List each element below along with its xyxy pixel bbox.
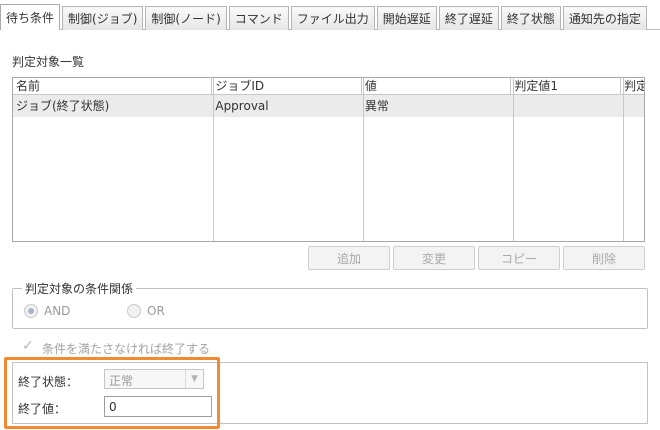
add-button[interactable]: 追加 [308,246,390,270]
table-row[interactable]: ジョブ(終了状態) Approval 異常 [13,95,644,117]
end-status-label: 終了状態： [18,375,79,389]
highlight-frame [4,357,220,429]
table-header: 名前 ジョブID 値 判定値1 判定 [13,78,644,95]
tab-strip: 待ち条件 制御(ジョブ) 制御(ノード) コマンド ファイル出力 開始遅延 終了… [0,4,660,30]
end-value-label: 終了値： [18,402,67,416]
column-header-judgment-value-1[interactable]: 判定値1 [511,78,622,94]
column-header-judgment[interactable]: 判定 [621,78,644,94]
tab-end-delay[interactable]: 終了遅延 [438,6,499,30]
end-status-value: 正常 [109,374,134,388]
tab-control-node[interactable]: 制御(ノード) [145,6,227,30]
tab-end-status[interactable]: 終了状態 [500,6,561,30]
end-status-select[interactable]: 正常 ▼ [104,369,204,389]
judgment-target-table[interactable]: 名前 ジョブID 値 判定値1 判定 ジョブ(終了状態) Approval 異常 [12,77,645,242]
or-radio-label: OR [147,304,165,318]
delete-button[interactable]: 削除 [563,246,645,270]
and-radio-label: AND [44,304,71,318]
column-header-value[interactable]: 値 [362,78,512,94]
cell-judgment-value-1 [511,95,621,117]
condition-relation-legend: 判定対象の条件関係 [22,280,137,297]
end-if-unmet-label: 条件を満たさなければ終了する [42,342,211,356]
tab-wait-condition[interactable]: 待ち条件 [0,4,61,30]
end-if-unmet-checkbox[interactable]: ✓ [22,339,36,353]
chevron-down-icon[interactable]: ▼ [185,370,203,388]
column-header-name[interactable]: 名前 [13,78,213,94]
tab-notification[interactable]: 通知先の指定 [562,6,647,30]
cell-name: ジョブ(終了状態) [16,99,110,113]
or-radio[interactable] [127,304,141,318]
tab-start-delay[interactable]: 開始遅延 [376,6,437,30]
tab-file-output[interactable]: ファイル出力 [290,6,375,30]
end-value-input[interactable] [104,396,212,417]
modify-button[interactable]: 変更 [393,246,475,270]
copy-button[interactable]: コピー [478,246,560,270]
and-radio[interactable] [24,304,38,318]
cell-judgment [621,95,644,117]
tab-command[interactable]: コマンド [228,6,289,30]
cell-value: 異常 [364,99,389,113]
tab-control-job[interactable]: 制御(ジョブ) [62,6,144,30]
section-title-judgment-targets: 判定対象一覧 [12,55,85,69]
column-header-job-id[interactable]: ジョブID [212,78,362,94]
cell-job-id: Approval [215,99,269,113]
